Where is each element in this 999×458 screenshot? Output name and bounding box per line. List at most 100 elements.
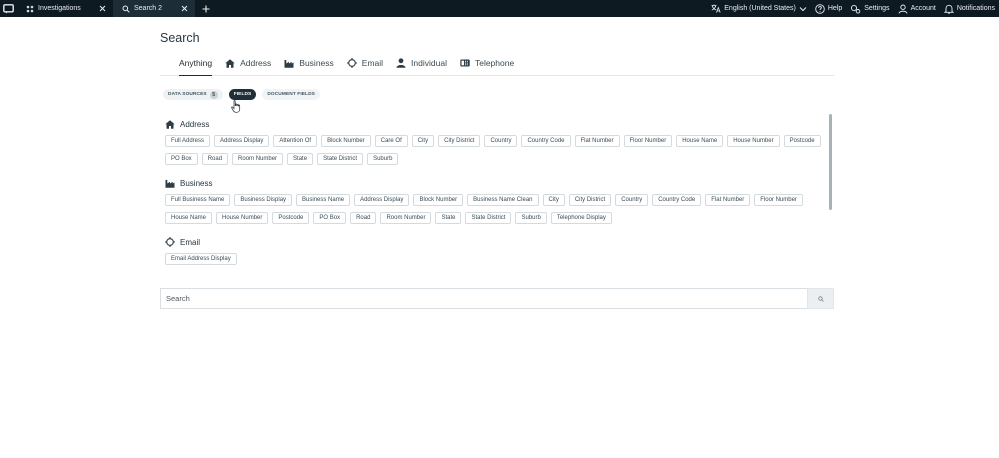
house-icon [165, 119, 175, 129]
field-chip[interactable]: State District [317, 153, 364, 165]
search-icon [121, 4, 130, 13]
email-target-icon [165, 237, 175, 247]
settings-icon [851, 4, 861, 14]
tab-email-label: Email [361, 58, 384, 68]
fields-scrollbar[interactable] [829, 114, 832, 210]
field-chip[interactable]: PO Box [313, 212, 347, 224]
field-chip[interactable]: Address Display [354, 194, 410, 206]
tab-email[interactable]: Email [346, 54, 384, 72]
help-label: Help [827, 5, 843, 12]
tab-label: Search 2 [134, 5, 163, 12]
field-chip[interactable]: Country [615, 194, 649, 206]
tab-business[interactable]: Business [284, 54, 334, 72]
language-selector[interactable]: English (United States) [711, 4, 807, 13]
help-button[interactable]: Help [815, 3, 843, 14]
field-chip[interactable]: Floor Number [623, 135, 673, 147]
field-chip[interactable]: PO Box [165, 153, 198, 165]
field-chip[interactable]: Business Name Clean [467, 194, 539, 206]
data-sources-count-badge: 5 [209, 90, 218, 99]
language-label: English (United States) [724, 5, 796, 12]
page-title: Search [160, 31, 200, 45]
field-chip[interactable]: Country Code [652, 194, 702, 206]
field-chip[interactable]: Postcode [272, 212, 310, 224]
group-title: Business [180, 178, 213, 188]
field-chip[interactable]: Room Number [380, 212, 432, 224]
pill-data-sources[interactable]: DATA SOURCES 5 [163, 89, 223, 100]
field-chip[interactable]: Country Code [521, 135, 571, 147]
tab-anything-label: Anything [179, 58, 213, 68]
field-chip[interactable]: State [287, 153, 314, 165]
tab-anything[interactable]: Anything [179, 54, 213, 76]
search-input[interactable] [160, 288, 807, 309]
top-bar-actions: English (United States) Help Settings Ac… [711, 0, 995, 17]
email-field-group: Email Email Address Display [165, 236, 825, 271]
address-field-group: Address Full Address Address Display Att… [165, 118, 825, 171]
field-chip[interactable]: House Name [165, 212, 213, 224]
field-chip[interactable]: Email Address Display [165, 253, 237, 265]
app-logo-icon[interactable] [0, 0, 17, 17]
tab-telephone-label: Telephone [474, 58, 515, 68]
field-chip[interactable]: Road [201, 153, 229, 165]
business-field-group: Business Full Business Name Business Dis… [165, 177, 825, 230]
field-chip[interactable]: Floor Number [754, 194, 803, 206]
field-chip[interactable]: Room Number [232, 153, 284, 165]
user-icon [898, 4, 908, 14]
phone-icon [460, 59, 470, 67]
field-chip[interactable]: State [435, 212, 462, 224]
field-chip[interactable]: Care Of [374, 135, 408, 147]
field-chip[interactable]: Block Number [321, 135, 371, 147]
notifications-label: Notifications [956, 5, 995, 12]
translate-icon [711, 4, 721, 13]
field-chip[interactable]: Road [350, 212, 377, 224]
field-chip[interactable]: Full Address [165, 135, 211, 147]
add-tab-button[interactable] [199, 0, 213, 17]
field-chip[interactable]: Postcode [783, 135, 821, 147]
help-icon [815, 3, 825, 14]
field-chip[interactable]: House Name [676, 135, 724, 147]
notifications-button[interactable]: Notifications [943, 4, 995, 14]
field-chip[interactable]: Attention Of [273, 135, 318, 147]
tab-investigations[interactable]: Investigations [17, 0, 113, 17]
tab-telephone[interactable]: Telephone [460, 54, 514, 72]
field-chip[interactable]: Business Display [234, 194, 293, 206]
pill-document-fields[interactable]: DOCUMENT FIELDS [262, 89, 320, 100]
field-chip[interactable]: Telephone Display [550, 212, 612, 224]
field-chip[interactable]: Country [484, 135, 518, 147]
field-chip[interactable]: Suburb [367, 153, 399, 165]
group-title: Email [180, 237, 201, 247]
field-chip[interactable]: Block Number [413, 194, 464, 206]
account-label: Account [910, 5, 936, 12]
account-button[interactable]: Account [898, 4, 936, 14]
bell-icon [943, 4, 954, 14]
field-chip[interactable]: Full Business Name [165, 194, 231, 206]
factory-icon [284, 59, 294, 68]
plus-icon [202, 5, 210, 12]
chevron-down-icon [799, 6, 807, 11]
pill-document-fields-label: DOCUMENT FIELDS [267, 92, 315, 97]
settings-label: Settings [864, 5, 890, 12]
close-icon[interactable] [98, 4, 107, 13]
field-chip[interactable]: Suburb [515, 212, 547, 224]
pill-fields[interactable]: FIELDS [228, 89, 257, 100]
tab-label: Investigations [38, 5, 81, 12]
field-chip[interactable]: Flat Number [705, 194, 751, 206]
tab-individual[interactable]: Individual [396, 54, 447, 72]
field-chip[interactable]: Business Name [296, 194, 351, 206]
person-icon [396, 58, 406, 68]
field-chip[interactable]: House Number [216, 212, 269, 224]
group-header: Email [165, 236, 825, 248]
tab-address[interactable]: Address [225, 54, 271, 72]
close-icon[interactable] [180, 4, 189, 13]
field-chip[interactable]: Address Display [214, 135, 270, 147]
field-chip[interactable]: City [411, 135, 435, 147]
field-chip[interactable]: City [542, 194, 565, 206]
search-button[interactable] [807, 288, 834, 309]
field-chip[interactable]: City District [438, 135, 481, 147]
field-chip[interactable]: House Number [727, 135, 780, 147]
field-chip[interactable]: City District [568, 194, 612, 206]
settings-button[interactable]: Settings [850, 4, 890, 14]
field-chip[interactable]: Flat Number [574, 135, 620, 147]
tab-search-2[interactable]: Search 2 [113, 0, 195, 17]
tab-individual-label: Individual [411, 58, 447, 68]
field-chip[interactable]: State District [465, 212, 512, 224]
